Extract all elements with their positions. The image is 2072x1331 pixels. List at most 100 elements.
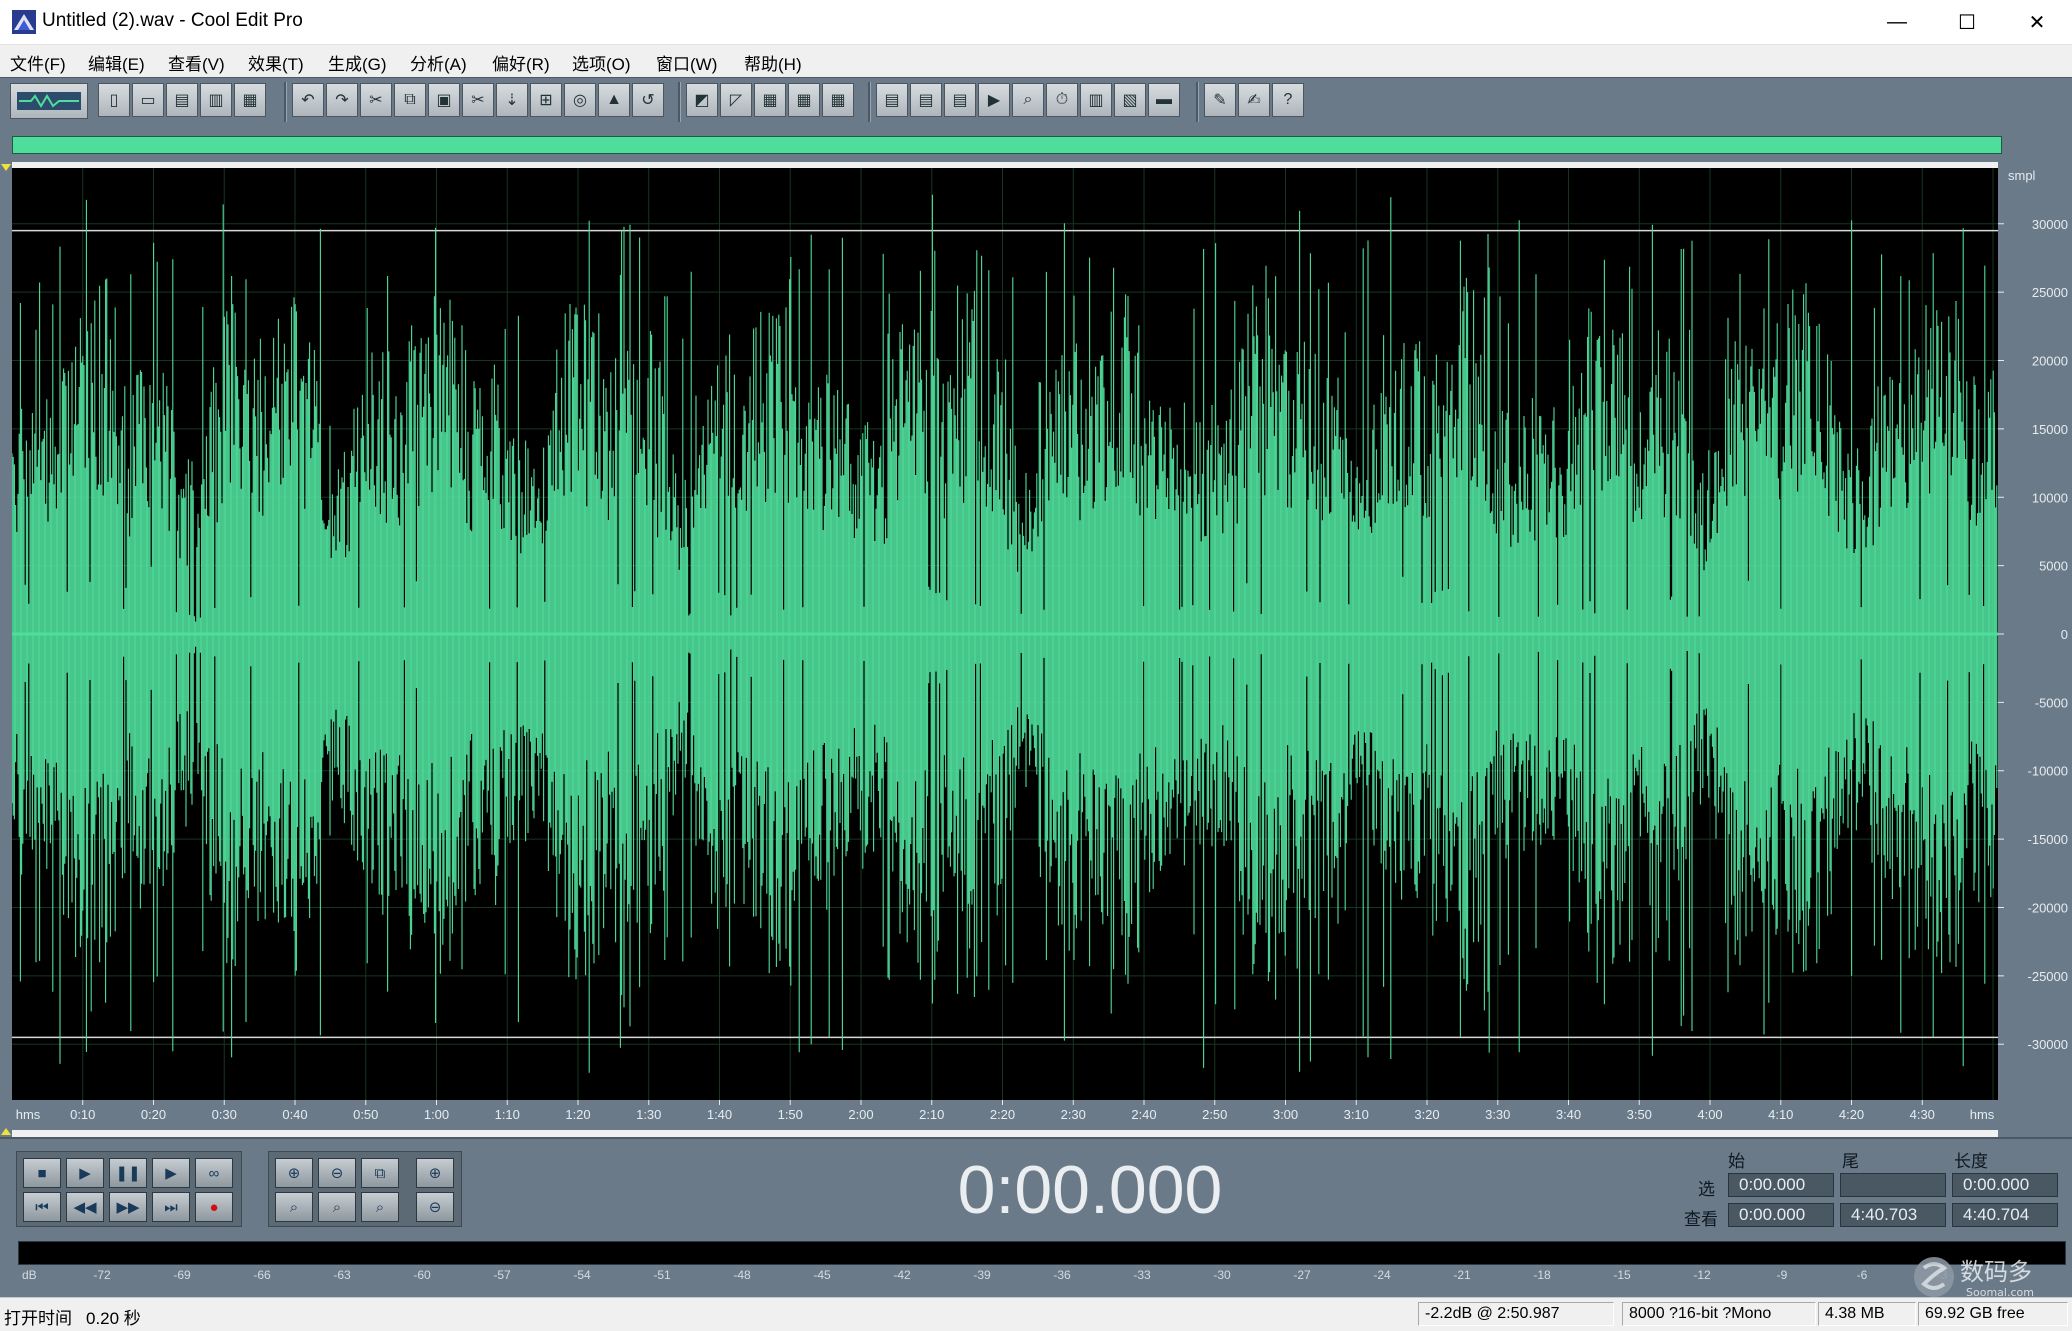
- zoom-full-button[interactable]: ⧉: [361, 1158, 399, 1188]
- view-2-button[interactable]: ▦: [788, 83, 820, 117]
- paste-mix-button[interactable]: ⇣: [496, 83, 528, 117]
- trim-button[interactable]: ⊞: [530, 83, 562, 117]
- status-bar: 打开时间 0.20 秒 -2.2dB @ 2:50.987 8000 ?16-b…: [0, 1297, 2072, 1331]
- spectral-view-button[interactable]: ▧: [1114, 83, 1146, 117]
- time-display-button[interactable]: ⏱: [1046, 83, 1078, 117]
- amplitude-tick-label: 5000: [2039, 559, 2068, 574]
- view-begin-field[interactable]: 0:00.000: [1728, 1203, 1834, 1227]
- zoom-left-icon: ⌕: [332, 1198, 342, 1216]
- level-tick-label: -42: [893, 1268, 911, 1282]
- file-size-field: 4.38 MB: [1818, 1302, 1916, 1326]
- selection-begin-field[interactable]: 0:00.000: [1728, 1173, 1834, 1197]
- edit-scripts-button[interactable]: ✍: [1238, 83, 1270, 117]
- fast-forward-button[interactable]: ▶▶: [109, 1192, 147, 1222]
- menu-item-4[interactable]: 生成(G): [328, 50, 387, 75]
- time-tick-label: 4:30: [1910, 1107, 1935, 1122]
- paste-mix-icon: ⇣: [505, 92, 519, 109]
- start-marker-icon[interactable]: [0, 162, 12, 1137]
- go-to-end-button[interactable]: ⏭: [152, 1192, 190, 1222]
- level-tick-label: -6: [1857, 1268, 1868, 1282]
- menu-item-3[interactable]: 效果(T): [248, 50, 304, 75]
- save-all-button[interactable]: ▥: [200, 83, 232, 117]
- play-to-end-button[interactable]: ▶: [152, 1158, 190, 1188]
- menu-item-6[interactable]: 偏好(R): [492, 50, 550, 75]
- zoom-out-button[interactable]: ⊖: [318, 1158, 356, 1188]
- help-button[interactable]: ?: [1272, 83, 1304, 117]
- waveform-canvas[interactable]: [11, 168, 1998, 1100]
- normalize-button[interactable]: ▲: [598, 83, 630, 117]
- zoom-view-button[interactable]: ⌕: [1012, 83, 1044, 117]
- select-all-wave-button[interactable]: ◩: [686, 83, 718, 117]
- save-selection-icon: ▦: [242, 92, 258, 109]
- time-tick-label: 2:30: [1061, 1107, 1086, 1122]
- view-2-icon: ▦: [796, 92, 812, 109]
- waveform-mode-toggle[interactable]: [10, 83, 88, 119]
- pause-button[interactable]: ❚❚: [109, 1158, 147, 1188]
- snap-button[interactable]: ◸: [720, 83, 752, 117]
- rewind-button[interactable]: ◀◀: [66, 1192, 104, 1222]
- menu-item-0[interactable]: 文件(F): [10, 50, 66, 75]
- view-end-field[interactable]: 4:40.703: [1840, 1203, 1946, 1227]
- menu-item-8[interactable]: 窗口(W): [656, 50, 717, 75]
- pause-icon: ❚❚: [115, 1165, 141, 1182]
- amplitude-tick-label: 15000: [2032, 422, 2068, 437]
- transport-panel: ■ ▶ ❚❚ ▶ ∞ ⏮ ◀◀ ▶▶ ⏭ ●: [16, 1151, 242, 1227]
- level-unit-label: dB: [22, 1268, 37, 1282]
- settings-1-button[interactable]: ▤: [876, 83, 908, 117]
- copy-button[interactable]: ⧉: [394, 83, 426, 117]
- paste-button[interactable]: ▣: [428, 83, 460, 117]
- zoom-left-button[interactable]: ⌕: [318, 1192, 356, 1222]
- bars-view-button[interactable]: ▬: [1148, 83, 1180, 117]
- go-to-start-button[interactable]: ⏮: [23, 1192, 61, 1222]
- menu-item-1[interactable]: 编辑(E): [88, 50, 145, 75]
- meter-view-button[interactable]: ▥: [1080, 83, 1112, 117]
- menu-item-2[interactable]: 查看(V): [168, 50, 225, 75]
- fast-forward-icon: ▶▶: [116, 1199, 140, 1216]
- zoom-right-button[interactable]: ⌕: [361, 1192, 399, 1222]
- scripts-button[interactable]: ✎: [1204, 83, 1236, 117]
- insert-cd-button[interactable]: ◎: [564, 83, 596, 117]
- zoom-out-vertical-button[interactable]: ⊖: [416, 1192, 454, 1222]
- zoom-selection-button[interactable]: ⌕: [275, 1192, 313, 1222]
- close-button[interactable]: ✕: [2002, 0, 2072, 44]
- level-tick-label: -9: [1777, 1268, 1788, 1282]
- loop-button[interactable]: ∞: [195, 1158, 233, 1188]
- new-file-button[interactable]: ▯: [98, 83, 130, 117]
- settings-2-button[interactable]: ▤: [910, 83, 942, 117]
- loop-button[interactable]: ↺: [632, 83, 664, 117]
- view-3-button[interactable]: ▦: [822, 83, 854, 117]
- view-length-field[interactable]: 4:40.704: [1952, 1203, 2058, 1227]
- save-selection-button[interactable]: ▦: [234, 83, 266, 117]
- open-file-button[interactable]: ▭: [132, 83, 164, 117]
- view-1-button[interactable]: ▦: [754, 83, 786, 117]
- minimize-button[interactable]: —: [1862, 0, 1932, 44]
- play-button[interactable]: ▶: [66, 1158, 104, 1188]
- selection-length-field[interactable]: 0:00.000: [1952, 1173, 2058, 1197]
- selection-end-field[interactable]: [1840, 1173, 1946, 1197]
- amplitude-unit-label: smpl: [2008, 168, 2036, 183]
- normalize-icon: ▲: [606, 91, 622, 108]
- play-to-end-icon: ▶: [165, 1165, 177, 1182]
- stop-button[interactable]: ■: [23, 1158, 61, 1188]
- save-file-button[interactable]: ▤: [166, 83, 198, 117]
- record-icon: ●: [209, 1198, 219, 1216]
- amplitude-tick-label: -5000: [2035, 695, 2068, 710]
- undo-button[interactable]: ↶: [292, 83, 324, 117]
- menu-item-7[interactable]: 选项(O): [572, 50, 631, 75]
- menu-item-5[interactable]: 分析(A): [410, 50, 467, 75]
- redo-button[interactable]: ↷: [326, 83, 358, 117]
- menu-item-9[interactable]: 帮助(H): [744, 50, 802, 75]
- waveform-display[interactable]: [11, 168, 1998, 1100]
- settings-3-button[interactable]: ▤: [944, 83, 976, 117]
- cut-button[interactable]: ✂: [462, 83, 494, 117]
- amplitude-tick-label: -30000: [2028, 1037, 2068, 1052]
- maximize-button[interactable]: ☐: [1932, 0, 2002, 44]
- zoom-in-button[interactable]: ⊕: [275, 1158, 313, 1188]
- cut-tool-button[interactable]: ✂: [360, 83, 392, 117]
- record-button[interactable]: ●: [195, 1192, 233, 1222]
- overview-scrollbar[interactable]: [12, 136, 2002, 154]
- play-view-button[interactable]: ▶: [978, 83, 1010, 117]
- level-tick-label: -72: [93, 1268, 111, 1282]
- zoom-in-vertical-button[interactable]: ⊕: [416, 1158, 454, 1188]
- time-tick-label: 2:40: [1131, 1107, 1156, 1122]
